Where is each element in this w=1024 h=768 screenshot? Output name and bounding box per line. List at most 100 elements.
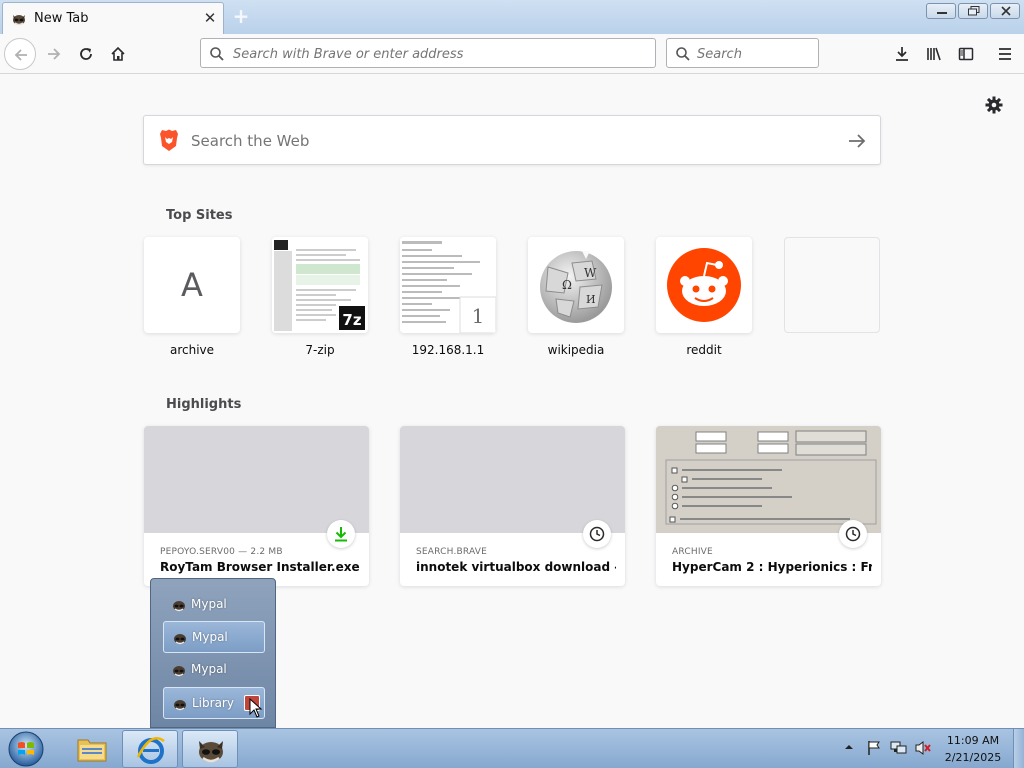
internet-explorer-icon <box>136 737 165 764</box>
window-list-item[interactable]: Mypal <box>163 621 265 653</box>
site-tile[interactable]: A <box>144 237 240 333</box>
back-arrow-icon <box>14 49 27 61</box>
clock-date[interactable]: 2/21/2025 <box>935 751 1011 764</box>
highlight-card[interactable]: SEARCH.BRAVE innotek virtualbox download… <box>400 426 625 586</box>
top-site-7zip[interactable]: 7z 7-zip <box>272 237 368 357</box>
top-sites-heading: Top Sites <box>166 208 233 223</box>
mypal-raccoon-icon <box>174 634 186 645</box>
card-title: innotek virtualbox download - B... <box>416 560 616 574</box>
mypal-raccoon-icon <box>199 741 223 763</box>
card-context: ARCHIVE <box>672 547 713 557</box>
window-list-item[interactable]: Mypal <box>163 654 265 686</box>
site-tile[interactable]: Ω W И <box>528 237 624 333</box>
network-icon[interactable] <box>890 740 908 756</box>
downloads-button[interactable] <box>886 38 918 70</box>
tab-bar: New Tab ✕ + <box>0 0 1024 34</box>
window-list-label: Library <box>192 696 234 710</box>
mypal-raccoon-icon <box>173 666 185 677</box>
tab-new-tab[interactable]: New Tab ✕ <box>2 2 224 34</box>
site-tile[interactable] <box>656 237 752 333</box>
clock-icon <box>589 526 605 542</box>
volume-muted-icon[interactable] <box>914 740 932 756</box>
mypal-raccoon-icon <box>174 700 186 711</box>
close-tab-icon[interactable]: ✕ <box>201 9 219 27</box>
brave-lion-icon <box>160 129 178 151</box>
address-input[interactable] <box>233 45 643 63</box>
svg-text:7z: 7z <box>342 311 361 329</box>
window-list-item[interactable]: Mypal <box>163 589 265 621</box>
clock-icon <box>845 526 861 542</box>
svg-text:W: W <box>584 266 597 280</box>
site-badge: 1 <box>471 304 485 328</box>
reload-button[interactable] <box>70 38 102 70</box>
hamburger-menu-icon <box>999 48 1011 60</box>
top-site-reddit[interactable]: reddit <box>656 237 752 357</box>
card-title: HyperCam 2 : Hyperionics : Free ... <box>672 560 872 574</box>
search-bar[interactable] <box>666 38 819 68</box>
window-list-label: Mypal <box>192 630 228 644</box>
sidebar-icon <box>958 47 974 61</box>
start-button[interactable] <box>5 730 47 768</box>
card-badge <box>327 520 355 548</box>
web-search-input[interactable] <box>191 131 831 151</box>
card-preview <box>400 426 625 533</box>
reload-icon <box>80 48 92 60</box>
top-site-192-168-1-1[interactable]: 1 192.168.1.1 <box>400 237 496 357</box>
minimize-button[interactable] <box>926 3 956 19</box>
site-label: archive <box>169 343 215 357</box>
action-center-flag-icon[interactable] <box>866 740 882 756</box>
site-tile[interactable]: 1 <box>400 237 496 333</box>
new-tab-button[interactable]: + <box>229 5 253 27</box>
close-window-button[interactable] <box>990 3 1020 19</box>
library-button[interactable] <box>918 38 950 70</box>
card-context: PEPOYO.SERV00 — 2.2 MB <box>160 547 283 557</box>
address-bar[interactable] <box>200 38 656 68</box>
svg-text:И: И <box>586 293 596 306</box>
arrow-right-icon[interactable] <box>846 130 868 152</box>
highlight-card[interactable]: ARCHIVE HyperCam 2 : Hyperionics : Free … <box>656 426 881 586</box>
card-context: SEARCH.BRAVE <box>416 547 488 557</box>
taskbar-internet-explorer[interactable] <box>122 730 178 768</box>
site-tile[interactable] <box>784 237 880 333</box>
reddit-logo-icon <box>667 248 741 322</box>
forward-arrow-icon <box>48 48 61 60</box>
show-desktop-button[interactable] <box>1013 729 1024 768</box>
sidebar-button[interactable] <box>950 38 982 70</box>
card-preview <box>656 426 881 533</box>
taskbar-explorer[interactable] <box>64 730 120 768</box>
web-search-box[interactable] <box>143 115 881 165</box>
search-icon <box>210 47 224 61</box>
windows-taskbar: 11:09 AM 2/21/2025 <box>0 728 1024 768</box>
mouse-cursor-icon <box>249 698 263 718</box>
back-button[interactable] <box>4 38 36 70</box>
restore-button[interactable] <box>958 3 988 19</box>
search-icon <box>676 47 690 61</box>
clock-time[interactable]: 11:09 AM <box>935 734 1011 747</box>
top-site-archive[interactable]: A archive <box>144 237 240 357</box>
navigation-toolbar <box>0 34 1024 74</box>
download-icon <box>335 527 347 542</box>
site-label: 7-zip <box>305 343 335 357</box>
taskbar-mypal[interactable] <box>182 730 238 768</box>
top-site-wikipedia[interactable]: Ω W И wikipedia <box>528 237 624 357</box>
download-icon <box>896 47 908 61</box>
7zip-page-thumbnail: 7z <box>272 237 368 333</box>
home-button[interactable] <box>102 38 134 70</box>
site-label: wikipedia <box>547 343 605 357</box>
restore-icon <box>968 6 980 16</box>
gear-icon[interactable] <box>984 95 1004 115</box>
window-list-label: Mypal <box>191 662 227 676</box>
forward-button[interactable] <box>38 38 70 70</box>
card-badge <box>583 520 611 548</box>
highlights-heading: Highlights <box>166 397 242 412</box>
highlight-card[interactable]: PEPOYO.SERV00 — 2.2 MB RoyTam Browser In… <box>144 426 369 586</box>
menu-button[interactable] <box>989 38 1021 70</box>
show-hidden-icons-icon[interactable] <box>844 742 854 752</box>
library-icon <box>927 47 941 61</box>
mypal-raccoon-icon <box>173 601 185 612</box>
search-input[interactable] <box>697 45 812 63</box>
site-tile[interactable]: 7z <box>272 237 368 333</box>
top-site-empty-slot[interactable] <box>784 237 880 343</box>
card-preview <box>144 426 369 533</box>
wikipedia-globe-icon: Ω W И <box>540 251 612 323</box>
